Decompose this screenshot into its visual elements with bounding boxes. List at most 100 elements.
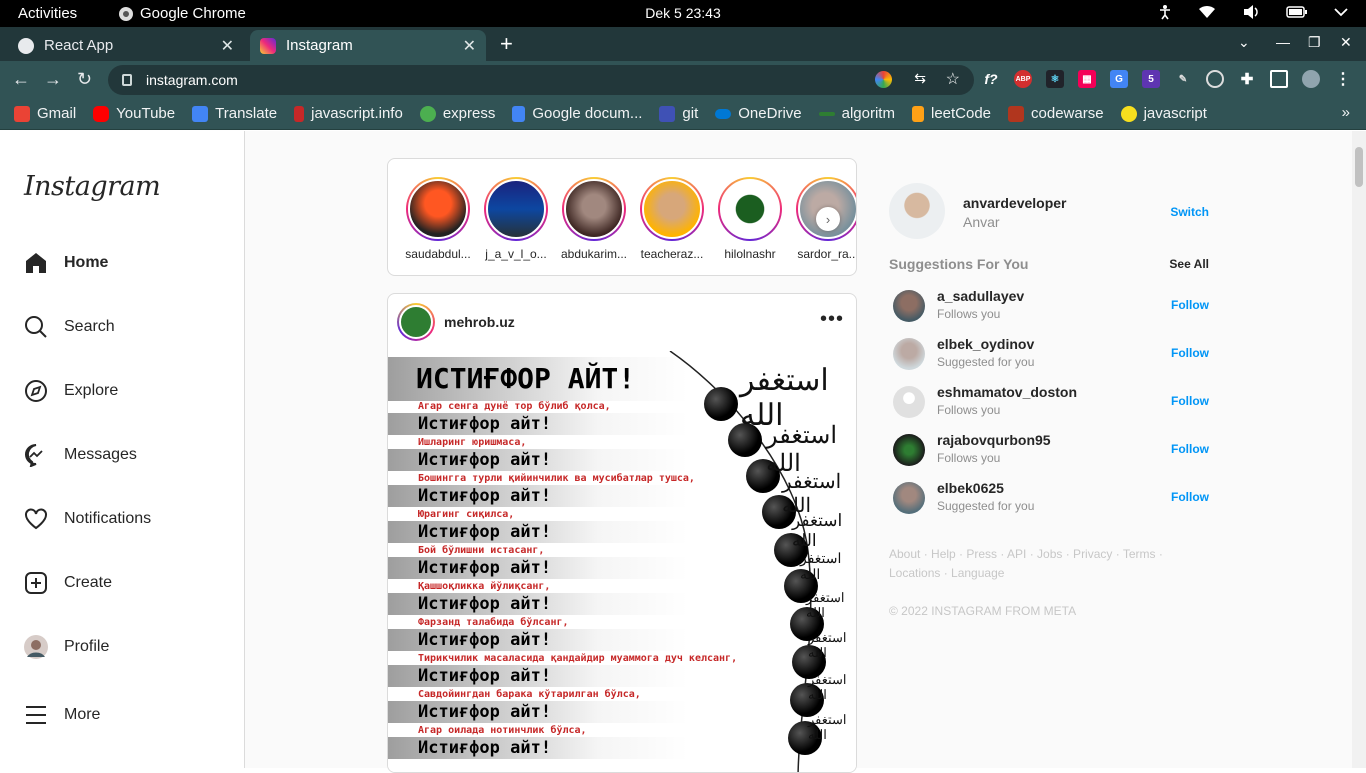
bookmark-codewarse[interactable]: codewarse bbox=[1008, 105, 1104, 122]
fx-extension-icon[interactable]: f? bbox=[982, 70, 1000, 88]
current-user-avatar[interactable] bbox=[889, 183, 945, 239]
story-item[interactable]: teacheraz... bbox=[636, 177, 708, 261]
scrollbar-thumb[interactable] bbox=[1355, 147, 1363, 187]
suggestion-avatar[interactable] bbox=[893, 290, 925, 322]
express-icon bbox=[419, 105, 436, 122]
bookmark-gmail[interactable]: Gmail bbox=[14, 105, 76, 122]
nav-profile[interactable]: Profile bbox=[24, 635, 109, 659]
post-image-refrain: Истиғфор айт! bbox=[388, 557, 688, 579]
story-item[interactable]: j_a_v_l_o... bbox=[480, 177, 552, 261]
address-bar[interactable]: instagram.com ⇆ ☆ bbox=[108, 65, 974, 95]
more-bookmarks-chevron-icon[interactable]: » bbox=[1342, 104, 1350, 121]
google-lens-icon[interactable] bbox=[875, 71, 892, 88]
see-all-link[interactable]: See All bbox=[1169, 257, 1209, 271]
post-author-avatar[interactable] bbox=[397, 303, 435, 341]
bookmark-translate[interactable]: Translate bbox=[192, 105, 277, 122]
follow-button[interactable]: Follow bbox=[1171, 442, 1209, 456]
bookmark-express[interactable]: express bbox=[419, 105, 495, 122]
picker-icon[interactable]: ✎ bbox=[1174, 70, 1192, 88]
search-icon bbox=[25, 316, 47, 338]
follow-button[interactable]: Follow bbox=[1171, 346, 1209, 360]
suggestion-avatar[interactable] bbox=[893, 338, 925, 370]
system-tray[interactable] bbox=[1158, 4, 1348, 20]
bookmark-javascript[interactable]: javascript bbox=[1120, 105, 1207, 122]
bookmark-leetcode[interactable]: leetCode bbox=[911, 105, 991, 122]
tab-instagram[interactable]: Instagram ✕ bbox=[250, 30, 486, 61]
story-item[interactable]: saudabdul... bbox=[402, 177, 474, 261]
kebab-menu-icon[interactable]: ⋮ bbox=[1334, 70, 1352, 88]
bookmark-onedrive[interactable]: OneDrive bbox=[715, 105, 802, 122]
translate-extension-icon[interactable]: G bbox=[1110, 70, 1128, 88]
avatar bbox=[24, 635, 48, 659]
close-tab-icon[interactable]: ✕ bbox=[463, 36, 476, 56]
page-scrollbar[interactable] bbox=[1352, 131, 1366, 768]
bookmark-star-icon[interactable]: ☆ bbox=[946, 69, 960, 89]
forward-arrow-icon[interactable]: → bbox=[44, 69, 62, 90]
share-icon[interactable]: ⇆ bbox=[914, 70, 926, 87]
nav-messages[interactable]: Messages bbox=[24, 443, 137, 467]
tab-react-app[interactable]: React App ✕ bbox=[8, 30, 244, 61]
footer-links-row[interactable]: About · Help · Press · API · Jobs · Priv… bbox=[889, 545, 1189, 564]
puzzle-extensions-icon[interactable]: ✚ bbox=[1238, 70, 1256, 88]
suggestion-username[interactable]: elbek0625 bbox=[937, 480, 1004, 496]
reload-icon[interactable]: ↻ bbox=[77, 69, 92, 90]
post-author-username[interactable]: mehrob.uz bbox=[444, 314, 515, 330]
current-username[interactable]: anvardeveloper bbox=[963, 195, 1067, 211]
minimize-icon[interactable]: — bbox=[1276, 34, 1290, 50]
record-icon[interactable] bbox=[1206, 70, 1224, 88]
suggestion-reason: Follows you bbox=[937, 403, 1001, 417]
bookmark-git[interactable]: git bbox=[659, 105, 698, 122]
suggestion-username[interactable]: elbek_oydinov bbox=[937, 336, 1034, 352]
close-tab-icon[interactable]: ✕ bbox=[221, 36, 234, 56]
bookmark-algoritm[interactable]: algoritm bbox=[818, 105, 895, 122]
extension-badge-icon[interactable]: 5 bbox=[1142, 70, 1160, 88]
story-avatar bbox=[642, 179, 702, 239]
bookmark-youtube[interactable]: YouTube bbox=[93, 105, 175, 122]
tab-search-chevron-icon[interactable]: ⌄ bbox=[1238, 34, 1250, 51]
prayer-bead bbox=[704, 387, 738, 421]
nav-explore[interactable]: Explore bbox=[24, 379, 118, 403]
footer-links-row[interactable]: Locations · Language bbox=[889, 564, 1189, 583]
nav-search[interactable]: Search bbox=[24, 315, 115, 339]
extension-icon[interactable]: ▦ bbox=[1078, 70, 1096, 88]
current-user-fullname: Anvar bbox=[963, 214, 1000, 230]
default-avatar-icon[interactable] bbox=[893, 386, 925, 418]
new-tab-plus-icon[interactable]: + bbox=[500, 31, 513, 57]
instagram-favicon-icon bbox=[260, 37, 276, 54]
side-panel-icon[interactable] bbox=[1270, 70, 1288, 88]
arabic-calligraphy: استغفر الله bbox=[808, 673, 847, 703]
copyright: © 2022 INSTAGRAM FROM META bbox=[889, 604, 1077, 618]
javascript-info-icon bbox=[294, 105, 305, 122]
nav-notifications[interactable]: Notifications bbox=[24, 507, 151, 531]
more-options-icon[interactable]: ••• bbox=[820, 308, 844, 331]
instagram-logo[interactable]: Instagram bbox=[24, 171, 161, 202]
suggestion-username[interactable]: a_sadullayev bbox=[937, 288, 1024, 304]
close-window-icon[interactable]: ✕ bbox=[1340, 34, 1352, 51]
react-devtools-icon[interactable]: ⚛ bbox=[1046, 70, 1064, 88]
stories-next-chevron-icon[interactable]: › bbox=[816, 207, 840, 231]
arabic-calligraphy: استغفر الله bbox=[808, 631, 847, 661]
suggestion-username[interactable]: eshmamatov_doston bbox=[937, 384, 1077, 400]
back-arrow-icon[interactable]: ← bbox=[12, 69, 30, 90]
follow-button[interactable]: Follow bbox=[1171, 394, 1209, 408]
nav-create[interactable]: Create bbox=[24, 571, 112, 595]
post-image[interactable]: ИСТИҒФОР АЙТ! Агар сенга дунё тор бўлиб … bbox=[388, 351, 856, 772]
tab-title: React App bbox=[44, 37, 114, 54]
javascript-icon bbox=[1120, 105, 1137, 122]
nav-home[interactable]: Home bbox=[24, 251, 108, 275]
suggestion-avatar[interactable] bbox=[893, 482, 925, 514]
profile-avatar[interactable] bbox=[1302, 70, 1320, 88]
suggestion-avatar[interactable] bbox=[893, 434, 925, 466]
adblock-icon[interactable]: ABP bbox=[1014, 70, 1032, 88]
suggestion-username[interactable]: rajabovqurbon95 bbox=[937, 432, 1051, 448]
story-item[interactable]: hilolnashr bbox=[714, 177, 786, 261]
switch-account-link[interactable]: Switch bbox=[1170, 205, 1209, 219]
maximize-icon[interactable]: ❐ bbox=[1308, 34, 1321, 51]
story-item[interactable]: abdukarim... bbox=[558, 177, 630, 261]
bookmark-javascript-info[interactable]: javascript.info bbox=[294, 105, 403, 122]
nav-more[interactable]: More bbox=[24, 703, 100, 727]
bookmark-google-docs[interactable]: Google docum... bbox=[512, 105, 642, 122]
story-avatar bbox=[564, 179, 624, 239]
follow-button[interactable]: Follow bbox=[1171, 298, 1209, 312]
follow-button[interactable]: Follow bbox=[1171, 490, 1209, 504]
